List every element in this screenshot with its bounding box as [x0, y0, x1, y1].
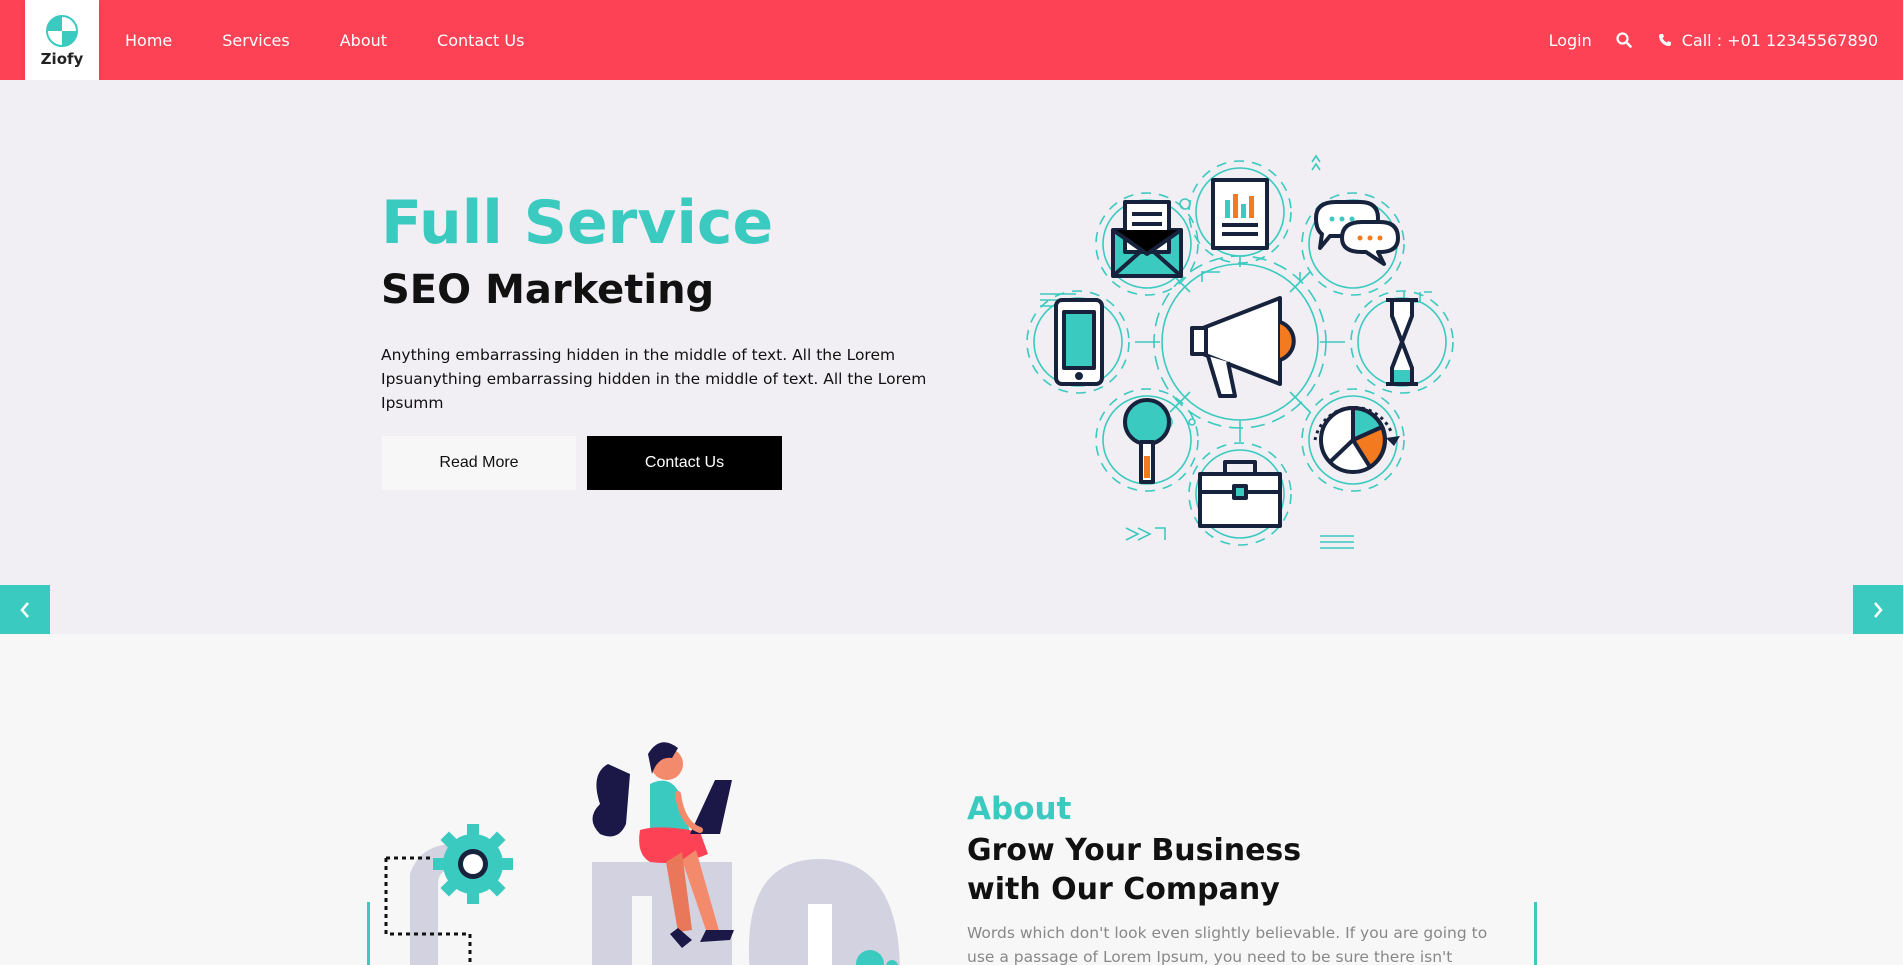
seo-marketing-illustration: [1026, 154, 1454, 549]
slider-next-button[interactable]: [1853, 585, 1903, 635]
about-section: About Grow Your Business with Our Compan…: [0, 634, 1903, 965]
search-icon: [1616, 32, 1632, 48]
main-nav: Home Services About Contact Us: [125, 0, 574, 80]
chevron-right-icon: [1874, 602, 1883, 618]
phone-icon: [1658, 34, 1671, 46]
read-more-button[interactable]: Read More: [382, 436, 576, 490]
logo-icon: [46, 15, 78, 47]
hero-description: Anything embarrassing hidden in the midd…: [381, 346, 927, 412]
about-title-line-1: Grow Your Business: [967, 833, 1302, 868]
about-title: Grow Your Business with Our Company: [967, 831, 1301, 909]
seo-woman-laptop-illustration: [384, 742, 900, 965]
slider-prev-button[interactable]: [0, 585, 50, 635]
top-navbar: Ziofy Home Services About Contact Us Log…: [0, 0, 1903, 89]
nav-home[interactable]: Home: [125, 31, 172, 50]
about-description: Words which don't look even slightly bel…: [967, 924, 1488, 965]
header-actions: Login Call : +01 12345567890: [1549, 0, 1878, 80]
contact-us-button[interactable]: Contact Us: [587, 436, 782, 490]
about-title-line-2: with Our Company: [967, 872, 1280, 907]
nav-about[interactable]: About: [340, 31, 387, 50]
chevron-left-icon: [20, 602, 29, 618]
call-link[interactable]: Call : +01 12345567890: [1658, 31, 1878, 50]
hero-subtitle: SEO Marketing: [381, 267, 715, 313]
hero-title: Full Service: [381, 188, 774, 258]
search-button[interactable]: [1616, 32, 1632, 48]
logo-text: Ziofy: [40, 50, 84, 68]
login-link[interactable]: Login: [1549, 31, 1592, 50]
nav-contact-us[interactable]: Contact Us: [437, 31, 524, 50]
call-text: Call : +01 12345567890: [1681, 30, 1878, 50]
nav-services[interactable]: Services: [222, 31, 289, 50]
hero-slider: Full Service SEO Marketing Anything emba…: [0, 80, 1903, 635]
logo[interactable]: Ziofy: [25, 0, 99, 89]
about-label: About: [967, 791, 1072, 827]
decorative-bar-right: [1534, 902, 1537, 965]
